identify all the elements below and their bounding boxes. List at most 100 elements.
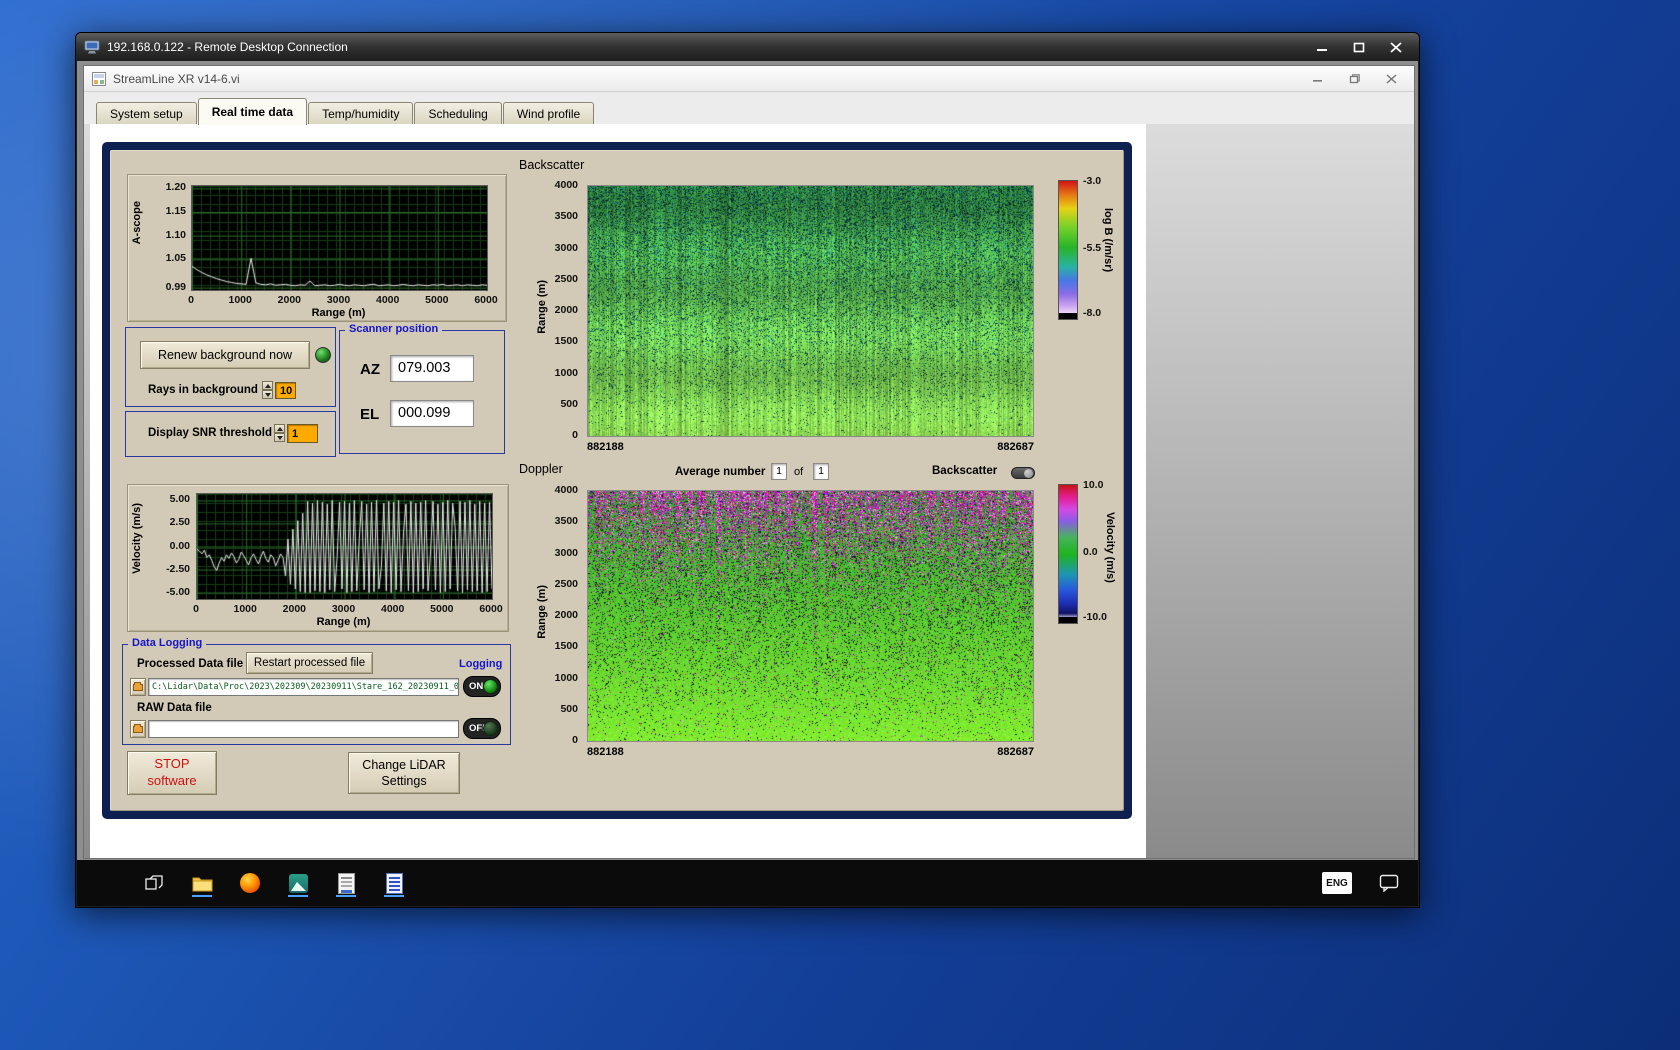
app-close-button[interactable] bbox=[1376, 70, 1406, 88]
tick-label: 2000 bbox=[555, 304, 578, 316]
scanner-position-legend: Scanner position bbox=[345, 323, 442, 335]
tick-label: -10.0 bbox=[1083, 611, 1107, 623]
tick-label: 2500 bbox=[555, 578, 578, 590]
tick-label: 500 bbox=[560, 703, 578, 715]
tab-scheduling[interactable]: Scheduling bbox=[414, 102, 501, 124]
toggle-on-led bbox=[483, 679, 498, 694]
raw-file-browse-button[interactable] bbox=[130, 720, 146, 738]
stop-software-button[interactable]: STOP software bbox=[127, 751, 217, 795]
raw-logging-toggle[interactable]: OFF bbox=[463, 718, 501, 739]
tab-temp-humidity[interactable]: Temp/humidity bbox=[308, 102, 413, 124]
velocity-y-axis-label: Velocity (m/s) bbox=[131, 503, 143, 574]
remote-desktop: StreamLine XR v14-6.vi System setup Real… bbox=[77, 61, 1418, 906]
tab-wind-profile[interactable]: Wind profile bbox=[503, 102, 594, 124]
tick-label: 6000 bbox=[479, 603, 502, 615]
doppler-y-ticks: 40003500300025002000150010005000 bbox=[548, 490, 580, 740]
ascope-x-axis-label: Range (m) bbox=[191, 307, 486, 319]
app-restore-button[interactable] bbox=[1339, 70, 1369, 88]
data-logging-legend: Data Logging bbox=[128, 637, 206, 649]
folder-icon bbox=[133, 726, 143, 733]
ascope-y-ticks: 1.201.151.101.050.99 bbox=[142, 185, 188, 289]
tick-label: -5.00 bbox=[166, 586, 190, 598]
tick-label: 3000 bbox=[555, 242, 578, 254]
tick-label: 500 bbox=[560, 398, 578, 410]
backscatter-colorbar-label: log B (/m/sr) bbox=[1102, 208, 1114, 272]
tick-label: 4000 bbox=[376, 294, 399, 306]
doppler-y-axis-label: Range (m) bbox=[536, 585, 548, 639]
tab-system-setup[interactable]: System setup bbox=[96, 102, 197, 124]
doppler-plot bbox=[587, 490, 1034, 742]
language-indicator[interactable]: ENG bbox=[1322, 872, 1352, 894]
tick-label: 0 bbox=[572, 429, 578, 441]
velocity-x-ticks: 0100020003000400050006000 bbox=[196, 603, 491, 615]
tick-label: -8.0 bbox=[1083, 307, 1101, 319]
average-count-field[interactable]: 1 bbox=[771, 463, 787, 480]
average-total-field[interactable]: 1 bbox=[813, 463, 829, 480]
ascope-chart-frame: A-scope 1.201.151.101.050.99 01000200030… bbox=[127, 174, 507, 322]
labview-titlebar[interactable]: StreamLine XR v14-6.vi bbox=[84, 66, 1414, 92]
restart-processed-file-button[interactable]: Restart processed file bbox=[246, 652, 373, 674]
main-panel: A-scope 1.201.151.101.050.99 01000200030… bbox=[110, 150, 1124, 811]
velocity-y-ticks: 5.002.500.00-2.50-5.00 bbox=[144, 493, 192, 598]
desktop: 192.168.0.122 - Remote Desktop Connectio… bbox=[0, 0, 1680, 1050]
rdp-close-button[interactable] bbox=[1381, 38, 1411, 57]
ascope-plot bbox=[191, 185, 488, 291]
scan-scheduler-icon[interactable] bbox=[335, 868, 357, 898]
tab-real-time-data[interactable]: Real time data bbox=[198, 98, 307, 125]
backscatter-plot bbox=[587, 185, 1034, 437]
tick-label: 5.00 bbox=[170, 493, 190, 505]
task-view-icon[interactable] bbox=[143, 868, 165, 898]
snr-increment-button[interactable] bbox=[274, 424, 285, 433]
rdp-minimize-button[interactable] bbox=[1307, 38, 1337, 57]
processed-logging-toggle[interactable]: ON bbox=[463, 676, 501, 697]
tick-label: 1000 bbox=[555, 367, 578, 379]
panel-background: A-scope 1.201.151.101.050.99 01000200030… bbox=[90, 124, 1146, 858]
logging-label: Logging bbox=[459, 658, 502, 670]
tick-label: 5000 bbox=[425, 294, 448, 306]
processed-path-field[interactable]: C:\Lidar\Data\Proc\2023\202309\20230911\… bbox=[148, 678, 459, 696]
tick-label: -5.5 bbox=[1083, 242, 1101, 254]
backscatter-toggle[interactable] bbox=[1011, 467, 1035, 479]
backscatter-colorbar bbox=[1058, 180, 1078, 320]
snr-threshold-label: Display SNR threshold bbox=[148, 427, 272, 439]
chat-icon[interactable] bbox=[1378, 868, 1400, 898]
tick-label: 0 bbox=[572, 734, 578, 746]
app-minimize-button[interactable] bbox=[1302, 70, 1332, 88]
change-lidar-settings-button[interactable]: Change LiDAR Settings bbox=[348, 752, 460, 794]
rdp-window: 192.168.0.122 - Remote Desktop Connectio… bbox=[75, 32, 1420, 908]
el-label: EL bbox=[360, 406, 379, 423]
monitor-icon bbox=[84, 40, 100, 54]
snr-spinner bbox=[274, 424, 285, 442]
snr-value-field[interactable]: 1 bbox=[287, 424, 318, 443]
firefox-icon[interactable] bbox=[239, 868, 261, 898]
change-button-line1: Change LiDAR bbox=[362, 757, 445, 773]
rays-in-background-label: Rays in background bbox=[148, 384, 258, 396]
photos-icon[interactable] bbox=[287, 868, 309, 898]
renew-background-button[interactable]: Renew background now bbox=[140, 341, 310, 369]
tick-label: 1000 bbox=[555, 672, 578, 684]
rdp-maximize-button[interactable] bbox=[1344, 38, 1374, 57]
tick-label: 0.99 bbox=[166, 281, 186, 293]
raw-path-field[interactable] bbox=[148, 720, 459, 738]
raw-data-file-label: RAW Data file bbox=[137, 702, 212, 714]
tick-label: 4000 bbox=[555, 179, 578, 191]
tick-label: -3.0 bbox=[1083, 175, 1101, 187]
processed-file-browse-button[interactable] bbox=[130, 678, 146, 696]
rays-increment-button[interactable] bbox=[262, 381, 273, 390]
tick-label: 3000 bbox=[327, 294, 350, 306]
tab-bar: System setup Real time data Temp/humidit… bbox=[84, 92, 1414, 124]
rdp-titlebar[interactable]: 192.168.0.122 - Remote Desktop Connectio… bbox=[76, 33, 1419, 61]
scanner-position-box: Scanner position AZ 079.003 EL 000.099 bbox=[339, 330, 505, 454]
rays-decrement-button[interactable] bbox=[262, 390, 273, 399]
tick-label: 1500 bbox=[555, 335, 578, 347]
notes-icon[interactable] bbox=[383, 868, 405, 898]
file-explorer-icon[interactable] bbox=[191, 868, 213, 898]
rays-value-field[interactable]: 10 bbox=[275, 382, 296, 399]
vi-icon bbox=[92, 72, 106, 86]
rdp-window-title: 192.168.0.122 - Remote Desktop Connectio… bbox=[107, 40, 1300, 54]
backscatter-canvas bbox=[588, 186, 1033, 436]
doppler-colorbar-label: Velocity (m/s) bbox=[1104, 512, 1116, 583]
tick-label: 10.0 bbox=[1083, 479, 1103, 491]
tick-label: 5000 bbox=[430, 603, 453, 615]
snr-decrement-button[interactable] bbox=[274, 433, 285, 442]
